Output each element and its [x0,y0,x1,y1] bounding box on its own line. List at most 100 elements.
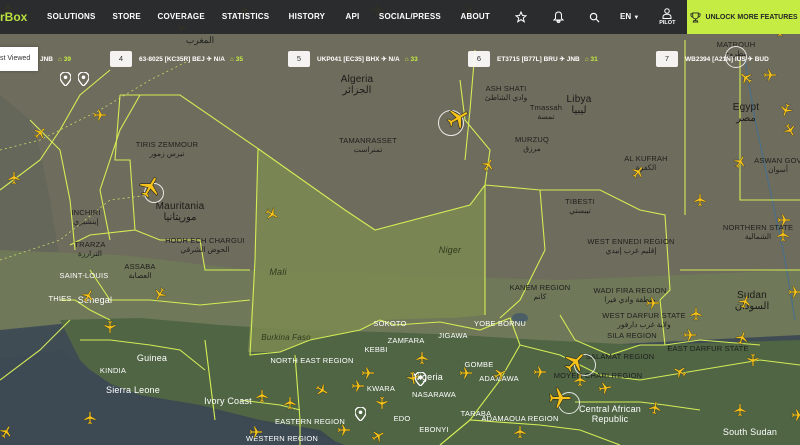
most-viewed-rank: 7 [656,51,678,67]
aircraft-icon[interactable] [733,155,747,169]
nav-item-history[interactable]: HISTORY [279,0,334,34]
aircraft-icon[interactable] [563,350,587,374]
location-pin-icon[interactable] [78,72,89,86]
aircraft-icon[interactable] [7,171,21,185]
star-icon[interactable] [501,0,541,34]
logo[interactable]: rBox [0,0,40,34]
aircraft-icon[interactable] [265,207,279,221]
aircraft-icon[interactable] [513,425,527,439]
most-viewed-item[interactable]: 6 ET3715 [B77L] BRU ✈ JNB ⌂ 31 [468,51,598,67]
aircraft-icon[interactable] [351,379,365,393]
location-pin-icon[interactable] [60,72,71,86]
most-viewed-bar: st Viewed JNB ⌂ 39 4 63-8025 [KC35R] BEJ… [0,47,800,71]
aircraft-icon[interactable] [673,365,687,379]
map-label-country: Mauritania موريتانيا [155,201,205,223]
nav-item-about[interactable]: ABOUT [450,0,501,34]
pilot-account-button[interactable]: PILOT [648,0,688,34]
map-label-country: Burkina Faso [261,333,311,342]
nav-item-coverage[interactable]: COVERAGE [151,0,212,34]
aircraft-icon[interactable] [598,381,612,395]
aircraft-icon[interactable] [249,425,263,439]
top-navigation-bar: rBox SOLUTIONS STORE COVERAGE STATISTICS… [0,0,800,34]
map-label-region: KINDIA [99,366,127,375]
aircraft-icon[interactable] [493,367,507,381]
aircraft-icon[interactable] [631,165,645,179]
most-viewed-item[interactable]: 4 63-8025 [KC35R] BEJ ✈ N/A ⌂ 35 [110,51,243,67]
aircraft-icon[interactable] [337,423,351,437]
map-label-country: Mali [269,267,287,277]
aircraft-icon[interactable] [138,175,162,199]
aircraft-icon[interactable] [315,383,329,397]
aircraft-icon[interactable] [683,328,697,342]
map-label-region: NASARAWA [412,390,456,399]
aircraft-icon[interactable] [783,123,797,137]
nav-item-solutions[interactable]: SOLUTIONS [40,0,103,34]
aircraft-icon[interactable] [776,228,790,242]
aircraft-icon[interactable] [788,285,800,299]
most-viewed-label[interactable]: st Viewed [0,47,38,71]
viewers-icon: ⌂ [230,55,234,63]
aircraft-icon[interactable] [33,126,47,140]
aircraft-icon[interactable] [153,287,167,301]
aircraft-icon[interactable] [533,365,547,379]
aircraft-icon[interactable] [361,366,375,380]
unlock-features-button[interactable]: UNLOCK MORE FEATURES [687,0,800,34]
viewers-icon: ⌂ [584,55,589,63]
aircraft-icon[interactable] [81,289,95,303]
search-icon[interactable] [576,0,612,34]
map-label-region: THIES [48,294,72,303]
most-viewed-item[interactable]: 5 UKP041 [EC35] BHX ✈ N/A ⌂ 33 [288,51,418,67]
aircraft-icon[interactable] [283,396,297,410]
map-label-region: INCHIRI إينشيري [71,208,101,226]
most-viewed-item[interactable]: 7 WB2394 [A21N] IUS ✈ BUD [656,51,769,67]
aircraft-icon[interactable] [735,331,749,345]
nav-item-api[interactable]: API [335,0,371,34]
aircraft-icon[interactable] [548,386,572,410]
aircraft-icon[interactable] [481,158,495,172]
nav-item-store[interactable]: STORE [103,0,151,34]
aircraft-icon[interactable] [446,106,470,130]
aircraft-icon[interactable] [791,408,800,422]
aircraft-icon[interactable] [83,411,97,425]
nav-item-social-press[interactable]: SOCIAL/PRESS [370,0,449,34]
aircraft-icon[interactable] [779,103,793,117]
aircraft-icon[interactable] [375,396,389,410]
nav-item-statistics[interactable]: STATISTICS [212,0,279,34]
aircraft-icon[interactable] [733,403,747,417]
map-label-region: YOBE BORNU [473,319,527,328]
aircraft-icon[interactable] [739,71,753,85]
aircraft-icon[interactable] [93,108,107,122]
map-label-country: Sierra Leone [106,385,160,395]
aircraft-icon[interactable] [459,366,473,380]
map-label-region: WEST ENNEDI REGION إقليم غرب إنيدي [587,237,675,255]
aircraft-icon[interactable] [648,401,662,415]
map-label-region: KANEM REGION كانم [509,283,571,301]
location-pin-icon[interactable] [355,407,366,421]
map-label-region: South Sudan [722,427,778,437]
viewer-count: ⌂ 39 [58,55,71,63]
aircraft-icon[interactable] [689,307,703,321]
aircraft-icon[interactable] [573,373,587,387]
map-label-country: Algeria الجزائر [340,74,374,96]
aircraft-icon[interactable] [371,429,385,443]
language-label: EN [620,12,632,21]
bell-icon[interactable] [541,0,577,34]
aircraft-icon[interactable] [0,425,13,439]
location-pin-icon[interactable] [415,372,426,386]
aircraft-icon[interactable] [103,320,117,334]
map-label-region: ASWAN GOV أسوان [754,156,800,174]
map-label-country: Niger [438,245,462,255]
aircraft-icon[interactable] [646,296,660,310]
aircraft-icon[interactable] [693,193,707,207]
aircraft-icon[interactable] [777,213,791,227]
aircraft-icon[interactable] [738,295,752,309]
map-label-region: TAMANRASSET تمنراست [339,136,397,154]
aircraft-icon[interactable] [255,389,269,403]
aircraft-icon[interactable] [415,351,429,365]
most-viewed-rank: 5 [288,51,310,67]
language-selector[interactable]: EN ▼ [612,0,648,34]
most-viewed-item[interactable]: JNB ⌂ 39 [40,51,71,67]
map-label-region: EDO [393,414,411,423]
aircraft-icon[interactable] [746,353,760,367]
map-label-region: KEBBI [364,345,388,354]
